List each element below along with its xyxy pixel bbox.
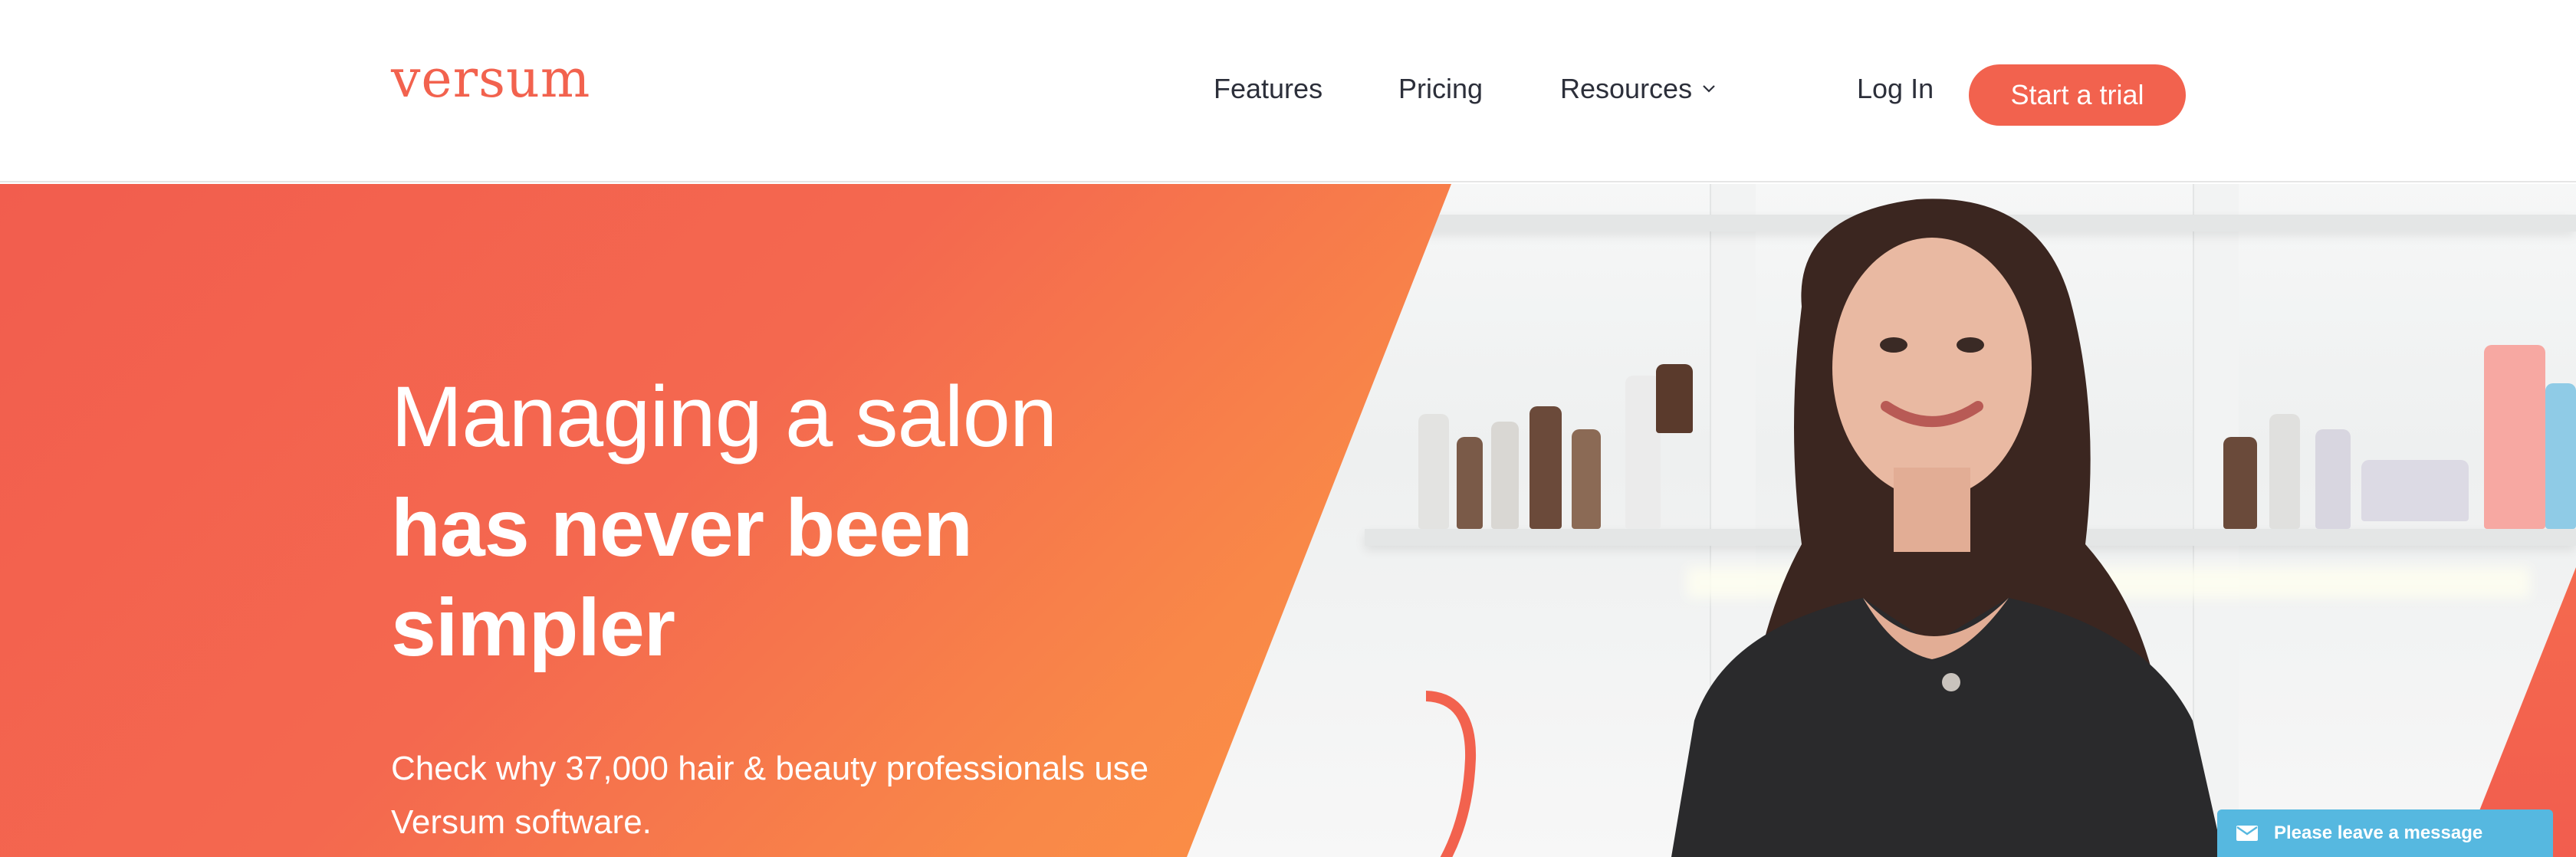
chat-widget-label: Please leave a message <box>2274 823 2483 843</box>
chat-widget-button[interactable]: Please leave a message <box>2217 809 2553 857</box>
product-bottle <box>1418 414 1449 529</box>
versum-logo[interactable]: versum <box>391 54 590 106</box>
product-bottle <box>1457 437 1483 529</box>
nav-resources-label: Resources <box>1560 73 1693 104</box>
chevron-down-icon <box>1703 85 1715 93</box>
nav-features-link[interactable]: Features <box>1214 75 1322 103</box>
hero-title-bold: has never been simpler <box>391 483 973 673</box>
nav-resources-dropdown[interactable]: Resources <box>1560 75 1717 103</box>
product-bottle <box>2361 460 2469 521</box>
decorative-swoosh <box>1426 691 1477 857</box>
product-bottle <box>1530 406 1562 529</box>
product-bottle <box>2545 383 2576 529</box>
hero-subtitle: Check why 37,000 hair & beauty professio… <box>391 750 1149 841</box>
envelope-icon <box>2236 826 2258 841</box>
login-link[interactable]: Log In <box>1857 75 1934 103</box>
product-bottle <box>1572 429 1601 529</box>
product-bottle <box>2484 345 2545 529</box>
product-bottle <box>1491 422 1519 529</box>
nav-pricing-link[interactable]: Pricing <box>1398 75 1483 103</box>
woman-portrait <box>1671 199 2223 857</box>
start-trial-button[interactable]: Start a trial <box>1969 64 2186 126</box>
hero-section: Managing a salon has never been simpler … <box>0 184 2576 857</box>
hero-title-light: Managing a salon <box>391 369 1057 465</box>
page: versum Features Pricing Resources Log In… <box>0 0 2576 857</box>
product-bottle <box>2315 429 2351 529</box>
site-header: versum Features Pricing Resources Log In… <box>0 0 2576 182</box>
